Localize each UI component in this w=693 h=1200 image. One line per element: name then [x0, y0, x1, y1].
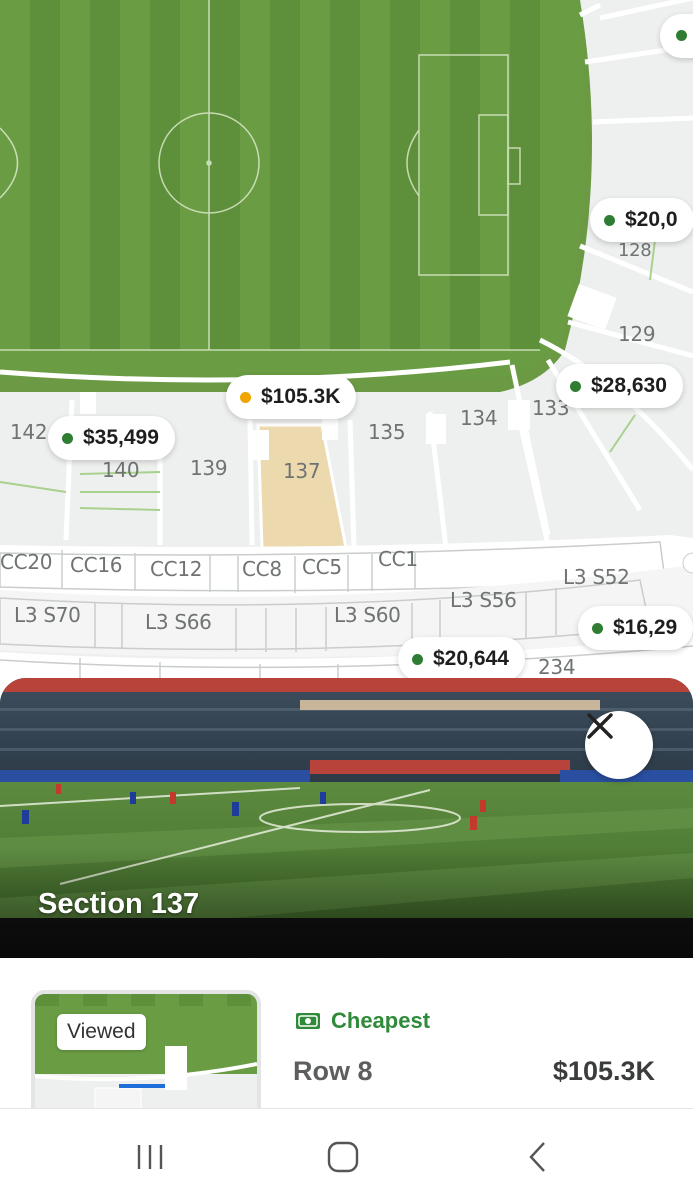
club-label-cc16[interactable]: CC16 [70, 553, 122, 577]
price-pin-section-137[interactable]: $105.3K [226, 375, 357, 419]
price-pin-level3[interactable]: $16,29 [578, 606, 693, 650]
section-label-137[interactable]: 137 [283, 459, 321, 483]
level3-label-s60[interactable]: L3 S60 [334, 603, 401, 627]
price-pin-label: $105.3K [261, 385, 341, 408]
price-pin-label: $20,0 [625, 208, 678, 231]
price-dot-icon [604, 214, 615, 226]
price-pin-section-128[interactable]: $20,0 [590, 198, 693, 242]
price-pin-label: $35,499 [83, 426, 159, 449]
section-title: Section 137 [38, 888, 200, 920]
close-preview-button[interactable] [585, 711, 653, 779]
level3-label-s66[interactable]: L3 S66 [145, 610, 212, 634]
row-label: Row 8 [293, 1056, 373, 1086]
section-label-234[interactable]: 234 [538, 655, 576, 679]
price-dot-icon [676, 30, 687, 41]
club-label-cc8[interactable]: CC8 [242, 557, 282, 581]
section-label-139[interactable]: 139 [190, 456, 228, 480]
listing-price: $105.3K [552, 1056, 655, 1086]
cheapest-label: Cheapest [331, 1008, 431, 1033]
home-icon [327, 1141, 359, 1173]
price-dot-icon [412, 653, 423, 665]
section-137-highlight[interactable] [256, 423, 348, 550]
close-icon [587, 713, 613, 739]
mini-map-graphic [35, 994, 257, 1108]
club-label-cc5[interactable]: CC5 [302, 555, 342, 579]
cash-icon [296, 1013, 320, 1029]
back-icon [529, 1142, 545, 1172]
club-label-cc20[interactable]: CC20 [0, 550, 52, 574]
listing-sheet[interactable]: Viewed Cheapest Row 8 $105.3K [0, 958, 693, 1108]
price-dot-icon [240, 391, 251, 403]
section-label-134[interactable]: 134 [460, 406, 498, 430]
listing-thumbnail[interactable]: Viewed [31, 990, 261, 1108]
section-label-129[interactable]: 129 [618, 322, 656, 346]
back-button[interactable] [508, 1137, 568, 1177]
level3-label-s56[interactable]: L3 S56 [450, 588, 517, 612]
stadium-map[interactable]: 142 140 139 137 135 134 133 128 129 234 … [0, 0, 693, 690]
section-label-135[interactable]: 135 [368, 420, 406, 444]
level3-label-s70[interactable]: L3 S70 [14, 603, 81, 627]
viewed-badge: Viewed [57, 1014, 146, 1050]
section-label-140[interactable]: 140 [102, 458, 140, 482]
price-dot-icon [570, 380, 581, 392]
price-pin-label: $20,644 [433, 647, 509, 670]
level3-label-s52[interactable]: L3 S52 [563, 565, 630, 589]
system-navigation-bar [0, 1108, 693, 1200]
price-pin-label: $16,29 [613, 616, 678, 639]
club-label-cc1[interactable]: CC1 [378, 547, 418, 571]
recent-apps-icon [137, 1145, 163, 1169]
price-pin-section-133[interactable]: $28,630 [556, 364, 683, 408]
price-pin-section-234[interactable]: $20,644 [398, 637, 525, 681]
price-pin-label: $28,630 [591, 374, 667, 397]
cheapest-tag: Cheapest [295, 1008, 430, 1034]
recent-apps-button[interactable] [120, 1137, 180, 1177]
price-dot-icon [62, 432, 73, 444]
section-view-preview[interactable]: Section 137 [0, 678, 693, 960]
home-button[interactable] [313, 1137, 373, 1177]
club-label-cc12[interactable]: CC12 [150, 557, 202, 581]
price-pin-section-140[interactable]: $35,499 [48, 416, 175, 460]
price-dot-icon [592, 622, 603, 634]
section-label-128[interactable]: 128 [618, 240, 652, 261]
section-label-142[interactable]: 142 [10, 420, 48, 444]
pitch [0, 0, 586, 378]
